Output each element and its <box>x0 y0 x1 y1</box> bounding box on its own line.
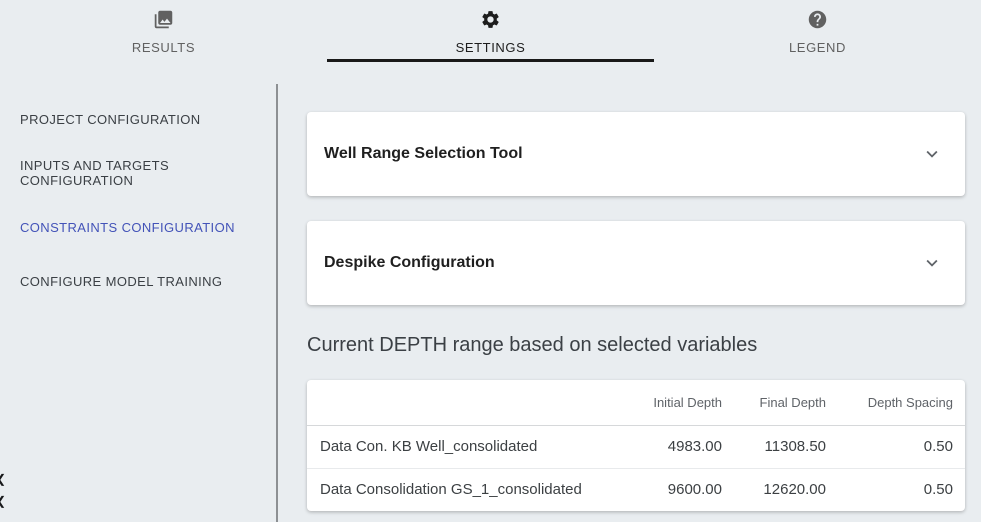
panel-title: Well Range Selection Tool <box>324 145 523 163</box>
edge-collapse-chevrons[interactable]: ❮ ❮ <box>0 468 6 512</box>
settings-sidebar: PROJECT CONFIGURATION INPUTS AND TARGETS… <box>0 62 278 522</box>
top-tab-bar: RESULTS SETTINGS LEGEND <box>0 0 981 62</box>
depth-range-table: Initial Depth Final Depth Depth Spacing … <box>307 380 965 511</box>
app-window: RESULTS SETTINGS LEGEND PROJECT CONFIGUR… <box>0 0 981 522</box>
column-header-depth-spacing: Depth Spacing <box>826 380 965 425</box>
sidebar-item-label: INPUTS AND TARGETS CONFIGURATION <box>20 158 258 188</box>
row-initial-depth: 9600.00 <box>602 468 722 511</box>
panel-title: Despike Configuration <box>324 254 495 272</box>
tab-settings[interactable]: SETTINGS <box>327 0 654 62</box>
row-initial-depth: 4983.00 <box>602 425 722 468</box>
tab-results[interactable]: RESULTS <box>0 0 327 62</box>
row-depth-spacing: 0.50 <box>826 468 965 511</box>
sidebar-item-label: CONSTRAINTS CONFIGURATION <box>20 220 235 235</box>
row-final-depth: 12620.00 <box>722 468 826 511</box>
row-final-depth: 11308.50 <box>722 425 826 468</box>
chevron-left-icon: ❮ <box>0 468 6 490</box>
chevron-down-icon <box>921 252 943 274</box>
row-name: Data Consolidation GS_1_consolidated <box>307 468 602 511</box>
sidebar-item-label: PROJECT CONFIGURATION <box>20 112 201 127</box>
sidebar-item-configure-model-training[interactable]: CONFIGURE MODEL TRAINING <box>0 254 278 308</box>
constraints-configuration-panel: Well Range Selection Tool Despike Config… <box>278 62 981 522</box>
table-row: Data Consolidation GS_1_consolidated 960… <box>307 468 965 511</box>
chevron-down-icon <box>921 143 943 165</box>
help-icon <box>807 9 828 35</box>
despike-configuration-panel[interactable]: Despike Configuration <box>307 221 965 305</box>
sidebar-item-inputs-and-targets-configuration[interactable]: INPUTS AND TARGETS CONFIGURATION <box>0 146 278 200</box>
sidebar-item-project-configuration[interactable]: PROJECT CONFIGURATION <box>0 92 278 146</box>
row-name: Data Con. KB Well_consolidated <box>307 425 602 468</box>
column-header-final-depth: Final Depth <box>722 380 826 425</box>
row-depth-spacing: 0.50 <box>826 425 965 468</box>
tab-results-label: RESULTS <box>132 40 195 55</box>
sidebar-item-label: CONFIGURE MODEL TRAINING <box>20 274 222 289</box>
column-header-initial-depth: Initial Depth <box>602 380 722 425</box>
depth-range-table-card: Initial Depth Final Depth Depth Spacing … <box>307 380 965 511</box>
chevron-left-icon: ❮ <box>0 490 6 512</box>
table-header-row: Initial Depth Final Depth Depth Spacing <box>307 380 965 425</box>
tab-legend[interactable]: LEGEND <box>654 0 981 62</box>
content-area: PROJECT CONFIGURATION INPUTS AND TARGETS… <box>0 62 981 522</box>
photo-library-icon <box>153 9 174 35</box>
column-header-name <box>307 380 602 425</box>
table-row: Data Con. KB Well_consolidated 4983.00 1… <box>307 425 965 468</box>
well-range-selection-tool-panel[interactable]: Well Range Selection Tool <box>307 112 965 196</box>
tab-settings-label: SETTINGS <box>456 40 526 55</box>
gear-icon <box>480 9 501 35</box>
tab-legend-label: LEGEND <box>789 40 846 55</box>
sidebar-item-constraints-configuration[interactable]: CONSTRAINTS CONFIGURATION <box>0 200 278 254</box>
depth-range-heading: Current DEPTH range based on selected va… <box>307 331 965 359</box>
